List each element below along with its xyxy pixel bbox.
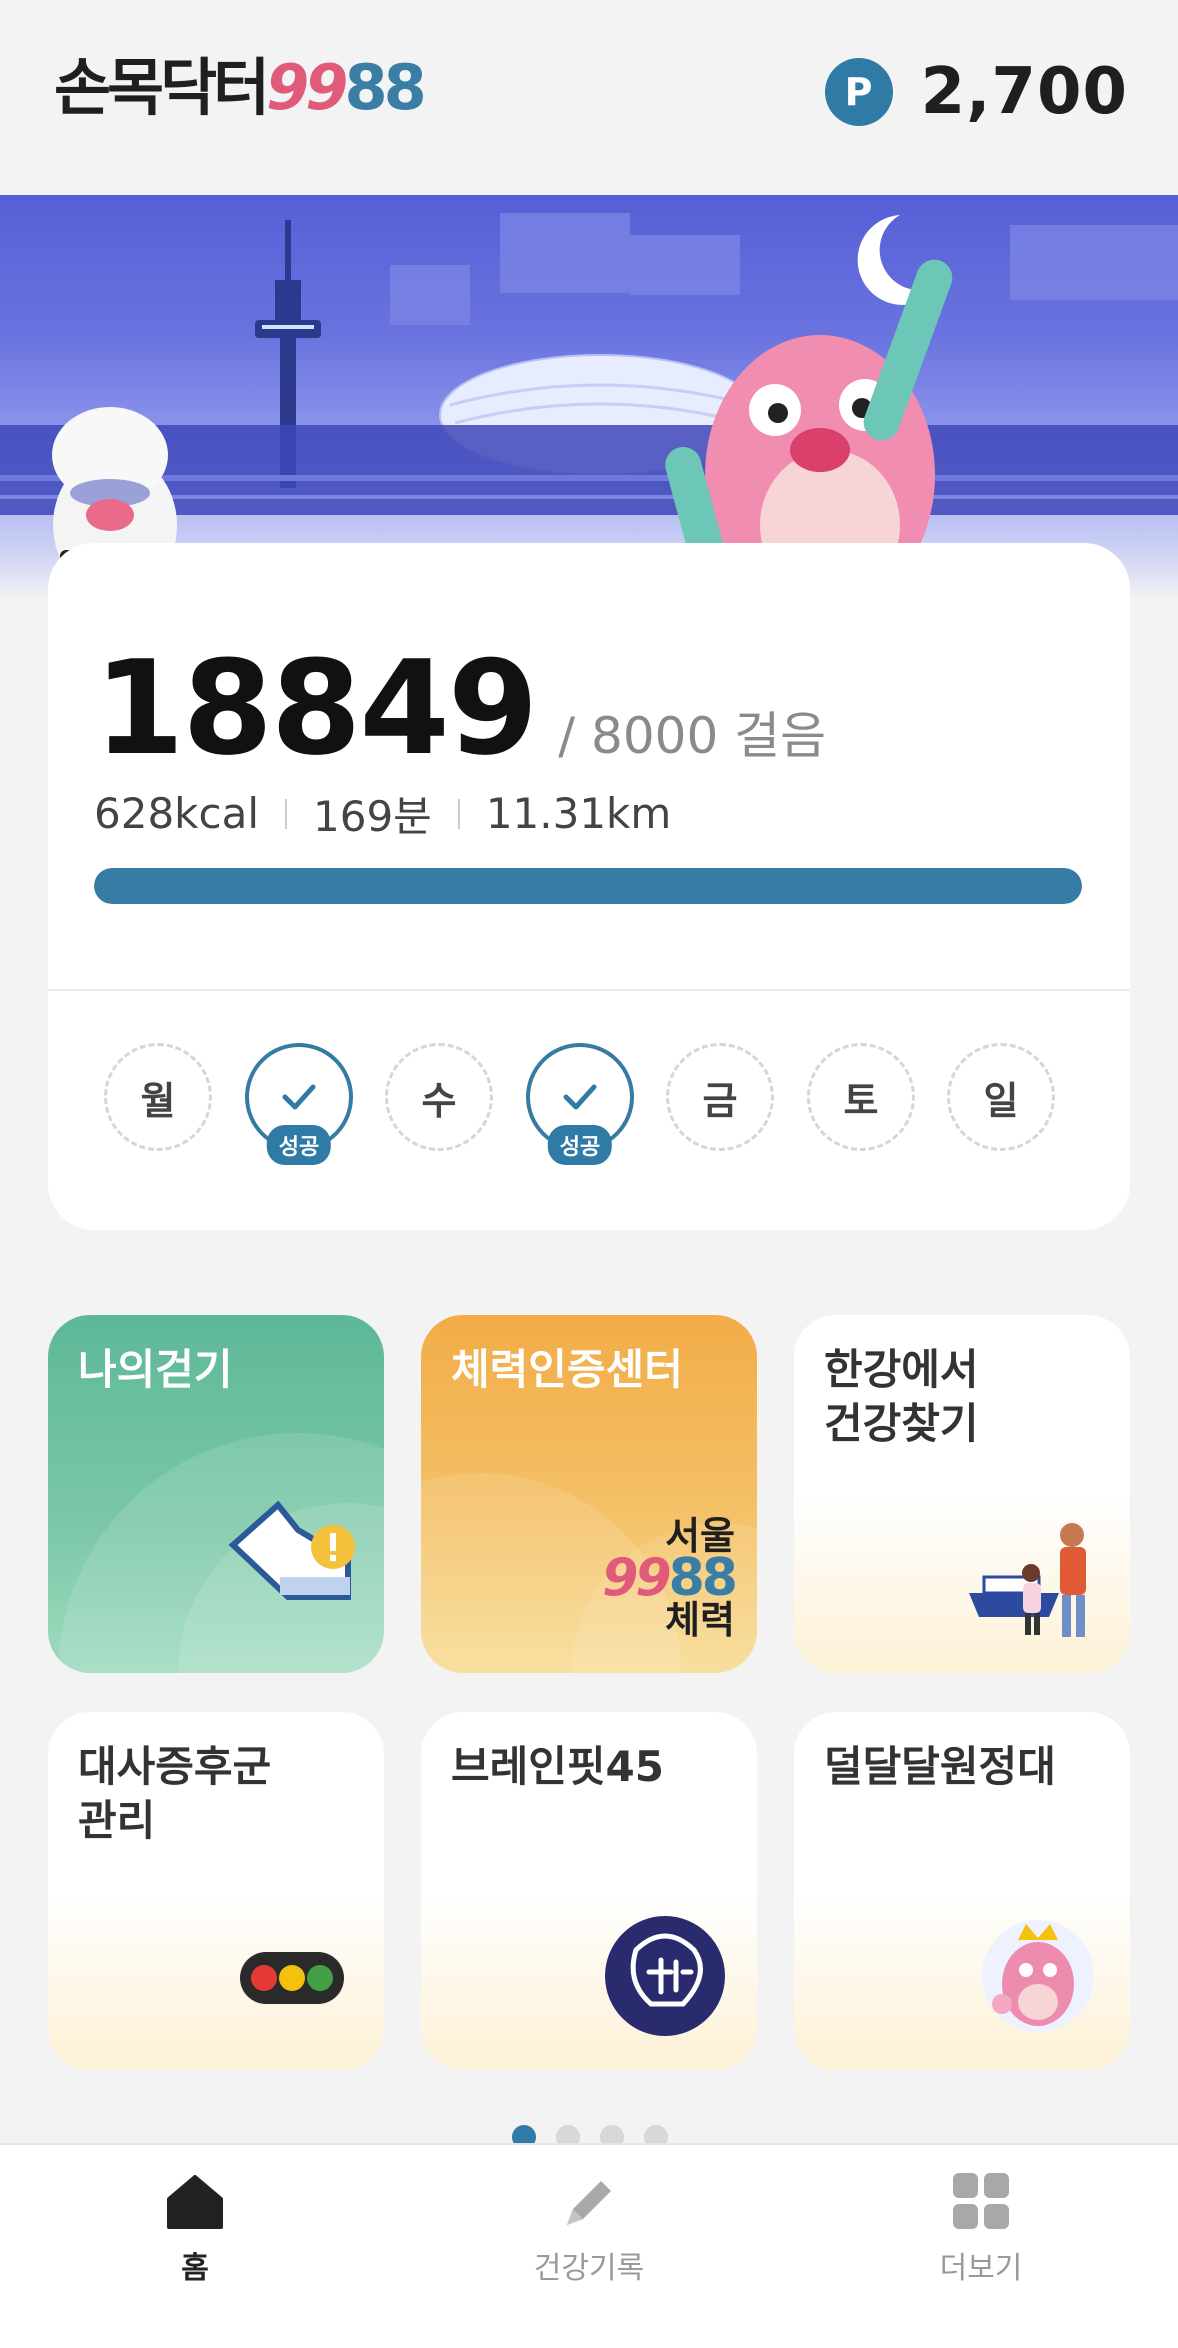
nav-home-label: 홈 [181,2251,209,2286]
distance-value: 11.31km [485,789,672,838]
minutes-value: 169분 [313,792,432,841]
step-count: 18849 [94,632,538,784]
step-progress-bar [94,868,1082,904]
points-display[interactable]: P 2,700 [824,55,1128,129]
banner-illustration [0,195,1178,600]
grid-icon [953,2173,1009,2229]
day-status-6: 일 [947,1043,1055,1151]
tile-fitness-center[interactable]: 체력인증센터 서울 9988 체력 [421,1315,757,1673]
logo-88: 88 [344,51,426,124]
day-status-2: 수 [385,1043,493,1151]
tile-hangang-health[interactable]: 한강에서 건강찾기 [794,1315,1130,1673]
steps-row: 18849 / 8000 걸음 [94,643,826,773]
nav-more-label: 더보기 [939,2251,1023,2286]
check-icon [282,1084,316,1110]
tile-my-walking[interactable]: 나의걷기 [48,1315,384,1673]
activity-stats: 628kcal 169분 11.31km [94,783,671,844]
app-header: 손목닥터9988 P 2,700 [0,0,1178,190]
stats-divider [285,798,287,829]
home-icon [167,2175,223,2229]
weekly-status: 월성공 수성공 금 토 일 [104,1043,1120,1183]
check-icon [563,1084,597,1110]
day-status-4: 금 [666,1043,774,1151]
day-status-1: 성공 [245,1043,353,1165]
day-status-5: 토 [807,1043,915,1151]
pencil-icon [567,2181,611,2225]
nav-more[interactable]: 더보기 [871,2169,1091,2287]
bottom-navigation: 홈 건강기록 더보기 [0,2143,1178,2348]
app-logo[interactable]: 손목닥터9988 [54,51,427,124]
step-summary-card[interactable]: 18849 / 8000 걸음 628kcal 169분 11.31km 월성공… [48,543,1130,1230]
tile-brainfit45[interactable]: 브레인핏45 [421,1712,757,2070]
badge-99: 99 [602,1548,671,1608]
points-icon: P [824,58,893,126]
nav-health-record[interactable]: 건강기록 [479,2169,699,2287]
step-progress-fill [94,868,1082,904]
seoul-9988-fitness-logo: 서울 9988 체력 [602,1515,738,1641]
nav-home[interactable]: 홈 [85,2169,305,2287]
tile-sugar-expedition[interactable]: 덜달달원정대 [794,1712,1130,2070]
card-divider [48,989,1130,991]
mascot-icon [982,1920,1094,2032]
badge-9988: 9988 [602,1552,738,1604]
logo-99: 99 [266,51,348,124]
tile-metabolic-syndrome[interactable]: 대사증후군 관리 [48,1712,384,2070]
points-value: 2,700 [920,55,1128,129]
shoe-icon [58,1433,384,1673]
day-status-3: 성공 [526,1043,634,1165]
success-badge: 성공 [266,1125,332,1165]
day-status-0: 월 [104,1043,212,1151]
nav-health-record-label: 건강기록 [533,2251,645,2286]
step-goal: / 8000 걸음 [558,707,827,765]
kcal-value: 628kcal [94,789,259,838]
success-badge: 성공 [547,1125,613,1165]
boat-people-icon [969,1523,1086,1637]
traffic-light-icon [240,1952,344,2004]
stats-divider [457,798,460,829]
brainfit-logo-icon [605,1916,725,2036]
logo-text: 손목닥터 [54,51,270,124]
